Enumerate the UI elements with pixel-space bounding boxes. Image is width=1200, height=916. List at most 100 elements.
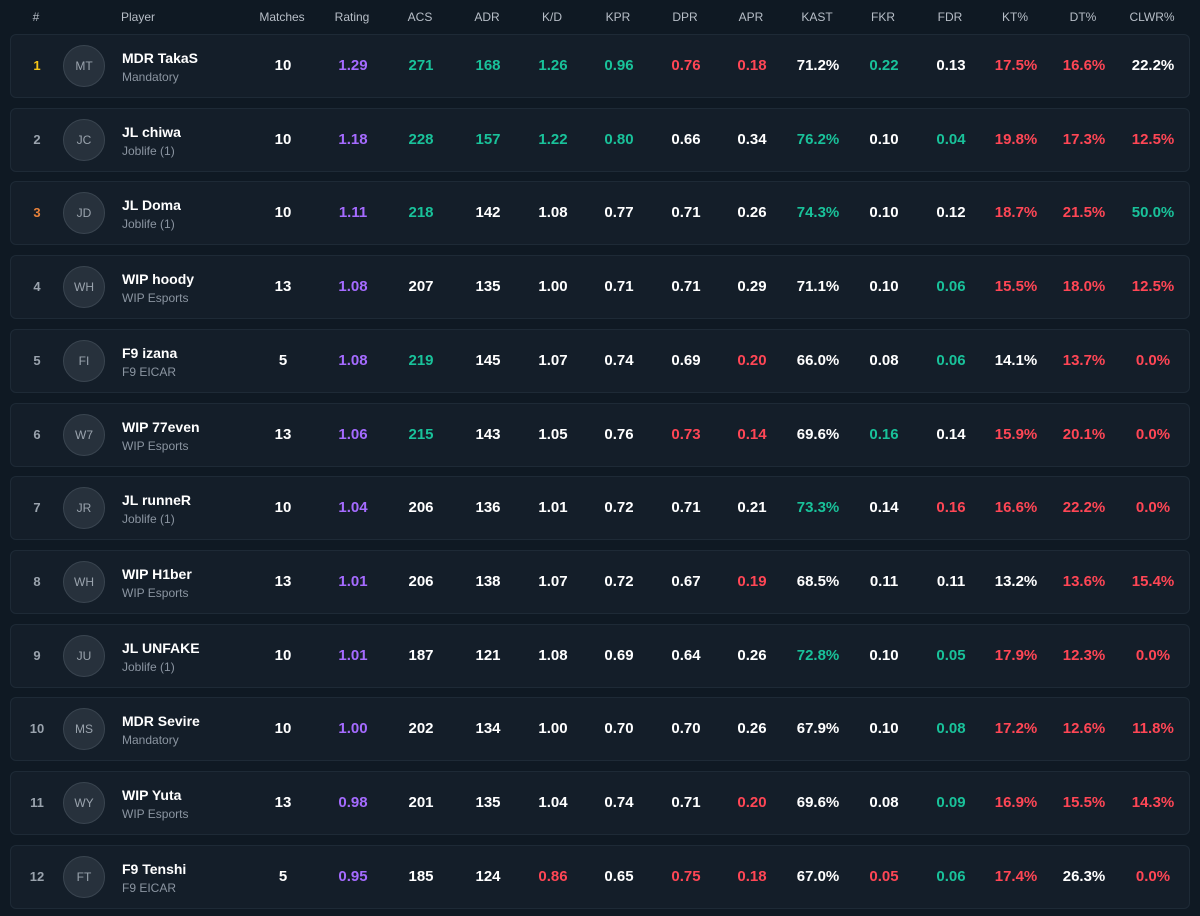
stat-matches: 10 — [274, 204, 292, 222]
stat-rating: 1.11 — [338, 204, 368, 222]
stat-dt: 15.5% — [1062, 794, 1106, 811]
rank-number: 1 — [33, 58, 41, 73]
table-row[interactable]: 2 JC JL chiwa Joblife (1) 10 1.18 228 157 1.22 0.… — [10, 107, 1190, 172]
avatar[interactable]: JC — [63, 118, 105, 161]
col-header-dt[interactable]: DT% — [1070, 10, 1097, 24]
player-name[interactable]: WIP H1ber — [122, 566, 192, 582]
col-header-kpr[interactable]: KPR — [606, 10, 631, 24]
stat-dpr: 0.67 — [671, 572, 701, 590]
stat-clwr: 12.5% — [1131, 130, 1175, 148]
avatar[interactable]: JR — [63, 487, 105, 530]
stat-clwr: 0.0% — [1135, 646, 1171, 664]
player-name[interactable]: JL Doma — [122, 197, 181, 213]
stat-acs: 202 — [408, 720, 434, 738]
stat-kpr: 0.70 — [604, 720, 634, 738]
col-header-clwr[interactable]: CLWR% — [1129, 10, 1174, 24]
avatar[interactable]: W7 — [63, 413, 105, 456]
table-row[interactable]: 12 FT F9 Tenshi F9 EICAR 5 0.95 185 124 0.86 0.65… — [10, 844, 1190, 909]
col-header-fdr[interactable]: FDR — [938, 10, 963, 24]
col-header-dpr[interactable]: DPR — [672, 10, 697, 24]
player-name[interactable]: JL chiwa — [122, 124, 181, 140]
col-header-kast[interactable]: KAST — [801, 10, 832, 24]
stat-kd: 1.22 — [538, 130, 568, 148]
team-name: WIP Esports — [122, 291, 189, 306]
stat-fkr: 0.10 — [869, 720, 899, 738]
stat-dpr: 0.71 — [671, 794, 701, 811]
col-header-adr[interactable]: ADR — [474, 10, 499, 24]
col-header-acs[interactable]: ACS — [408, 10, 433, 24]
col-header-rank[interactable]: # — [33, 10, 40, 24]
stat-rating: 1.29 — [338, 57, 368, 74]
avatar[interactable]: WY — [63, 782, 105, 824]
stat-acs: 218 — [408, 204, 434, 222]
team-name: Joblife (1) — [122, 512, 175, 527]
player-name[interactable]: WIP Yuta — [122, 787, 181, 803]
stat-adr: 138 — [475, 572, 501, 590]
rank-number: 12 — [29, 868, 45, 884]
stat-fkr: 0.10 — [869, 278, 899, 296]
stat-matches: 13 — [274, 278, 292, 296]
stat-dt: 17.3% — [1062, 130, 1106, 148]
stat-adr: 135 — [475, 278, 501, 296]
stat-apr: 0.34 — [737, 130, 767, 148]
stat-clwr: 0.0% — [1135, 867, 1171, 885]
table-row[interactable]: 1 MT MDR TakaS Mandatory 10 1.29 271 168 1.26 0.9… — [10, 34, 1190, 98]
player-name[interactable]: JL UNFAKE — [122, 640, 200, 656]
player-name[interactable]: F9 izana — [122, 345, 177, 361]
stat-fkr: 0.05 — [869, 867, 899, 885]
stat-adr: 157 — [475, 130, 501, 148]
col-header-kd[interactable]: K/D — [542, 10, 562, 24]
stat-dt: 20.1% — [1062, 425, 1106, 443]
col-header-apr[interactable]: APR — [739, 10, 764, 24]
stat-kd: 1.08 — [538, 204, 568, 222]
stat-rating: 1.04 — [338, 499, 368, 517]
avatar[interactable]: WH — [63, 560, 105, 603]
stat-fdr: 0.16 — [936, 499, 966, 517]
col-header-player[interactable]: Player — [121, 10, 155, 24]
stat-kd: 1.01 — [538, 499, 568, 517]
stat-kd: 1.00 — [538, 278, 568, 296]
team-name: F9 EICAR — [122, 880, 177, 895]
table-row[interactable]: 7 JR JL runneR Joblife (1) 10 1.04 206 136 1.01 0… — [10, 476, 1190, 541]
stat-adr: 145 — [475, 351, 501, 369]
player-name[interactable]: MDR Sevire — [122, 713, 200, 729]
col-header-fkr[interactable]: FKR — [871, 10, 895, 24]
stat-adr: 142 — [475, 204, 501, 222]
avatar[interactable]: MT — [63, 45, 105, 87]
stat-dpr: 0.76 — [671, 57, 701, 74]
table-row[interactable]: 3 JD JL Doma Joblife (1) 10 1.11 218 142 1.08 0.7… — [10, 181, 1190, 246]
stat-rating: 1.08 — [338, 278, 368, 296]
table-row[interactable]: 5 FI F9 izana F9 EICAR 5 1.08 219 145 1.07 0.74 0.… — [10, 328, 1190, 393]
stat-fkr: 0.22 — [869, 57, 899, 74]
player-name[interactable]: MDR TakaS — [122, 50, 198, 66]
avatar[interactable]: FI — [63, 339, 105, 382]
stat-matches: 13 — [274, 794, 292, 811]
team-name: Mandatory — [122, 70, 179, 84]
avatar[interactable]: FT — [63, 855, 105, 898]
avatar[interactable]: JU — [63, 634, 105, 677]
stat-adr: 124 — [475, 867, 501, 885]
stat-fdr: 0.11 — [936, 572, 966, 590]
col-header-matches[interactable]: Matches — [259, 10, 304, 24]
stat-rating: 1.08 — [338, 351, 368, 369]
player-name[interactable]: F9 Tenshi — [122, 861, 186, 877]
table-row[interactable]: 11 WY WIP Yuta WIP Esports 13 0.98 201 135 1.04 0… — [10, 771, 1190, 835]
col-header-rating[interactable]: Rating — [335, 10, 370, 24]
stat-kpr: 0.76 — [604, 425, 634, 443]
player-name[interactable]: WIP hoody — [122, 271, 194, 287]
table-row[interactable]: 10 MS MDR Sevire Mandatory 10 1.00 202 134 1.00 0… — [10, 697, 1190, 762]
avatar[interactable]: MS — [63, 708, 105, 751]
table-row[interactable]: 6 W7 WIP 77even WIP Esports 13 1.06 215 143 1.05… — [10, 402, 1190, 467]
stat-rating: 1.06 — [338, 425, 368, 443]
stat-adr: 136 — [475, 499, 501, 517]
rank-number: 2 — [33, 131, 41, 147]
table-row[interactable]: 4 WH WIP hoody WIP Esports 13 1.08 207 135 1.00 0… — [10, 255, 1190, 320]
avatar[interactable]: WH — [63, 266, 105, 309]
col-header-kt[interactable]: KT% — [1002, 10, 1028, 24]
avatar[interactable]: JD — [63, 192, 105, 235]
player-name[interactable]: JL runneR — [122, 492, 191, 508]
player-name[interactable]: WIP 77even — [122, 419, 200, 435]
stat-apr: 0.26 — [737, 204, 767, 222]
table-row[interactable]: 9 JU JL UNFAKE Joblife (1) 10 1.01 187 121 1.08 0… — [10, 623, 1190, 688]
table-row[interactable]: 8 WH WIP H1ber WIP Esports 13 1.01 206 138 1.07 0… — [10, 549, 1190, 614]
